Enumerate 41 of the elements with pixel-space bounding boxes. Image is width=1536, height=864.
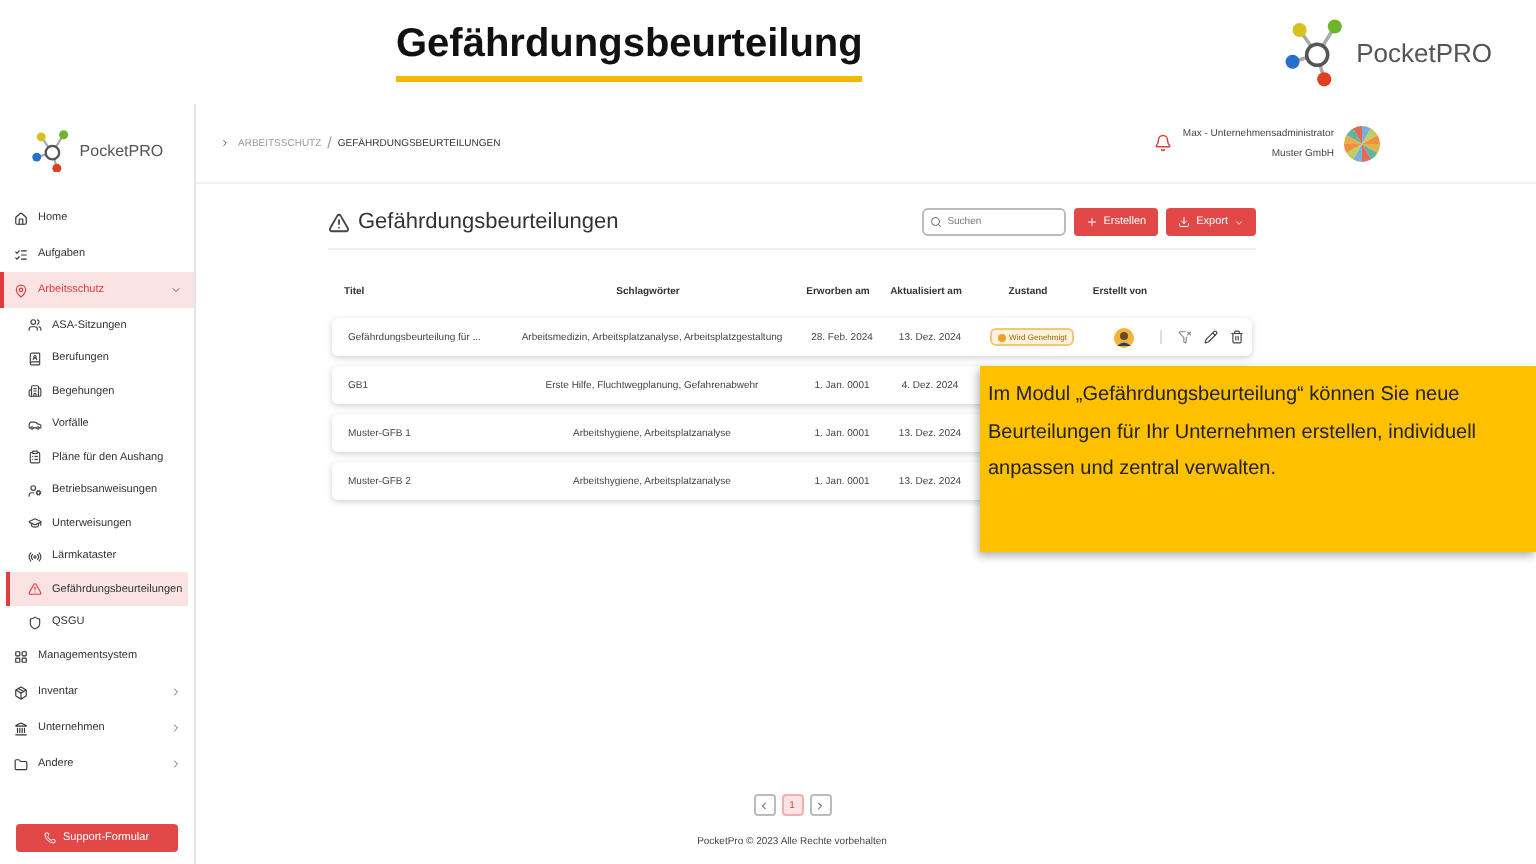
menu-icon [14, 721, 28, 736]
status-dot [997, 333, 1006, 341]
next-icon [814, 799, 826, 811]
download-icon [1178, 216, 1191, 228]
menu-icon [28, 318, 42, 333]
menu-icon [14, 211, 28, 226]
filter-icon[interactable] [1178, 330, 1192, 344]
search-icon [929, 216, 942, 228]
page-heading: Gefährdungsbeurteilung [396, 22, 863, 82]
menu-icon [28, 450, 42, 465]
menu-icon [28, 516, 42, 531]
caret-icon [220, 138, 230, 148]
previous-page-button[interactable] [753, 794, 775, 816]
menu-icon [14, 757, 28, 772]
menu-icon [28, 615, 42, 630]
edit-icon[interactable] [1204, 330, 1218, 344]
menu-icon [14, 685, 28, 700]
breadcrumb-separator: / [327, 134, 332, 152]
avatar-icon [1114, 327, 1134, 347]
logo-text: PocketPRO [79, 141, 164, 160]
bell-icon[interactable] [1154, 134, 1173, 152]
menu-icon [14, 247, 28, 262]
menu-icon [28, 582, 42, 597]
menu-icon [14, 649, 28, 664]
callout-tooltip: Im Modul „Gefährdungsbeurteilung“ können Sie neue Beurteilungen für Ihr Unternehmen erstellen, individuell anpassen und zentral verwalten. [980, 366, 1536, 552]
warning-icon [328, 211, 350, 233]
menu-icon [28, 417, 42, 432]
logo-text: PocketPRO [1356, 37, 1492, 67]
page-title: Gefährdungsbeurteilungen [358, 210, 619, 234]
caret-icon [1234, 217, 1244, 227]
phone-icon [44, 832, 57, 844]
plus-icon [1085, 216, 1098, 228]
next-page-button[interactable] [809, 794, 831, 816]
menu-icon [28, 384, 42, 399]
avatar-icon[interactable] [1344, 125, 1380, 161]
previous-icon [758, 799, 770, 811]
menu-icon [28, 549, 42, 564]
menu-icon [14, 283, 28, 298]
menu-icon [28, 351, 42, 366]
menu-icon [28, 483, 42, 498]
delete-icon[interactable] [1230, 330, 1244, 344]
